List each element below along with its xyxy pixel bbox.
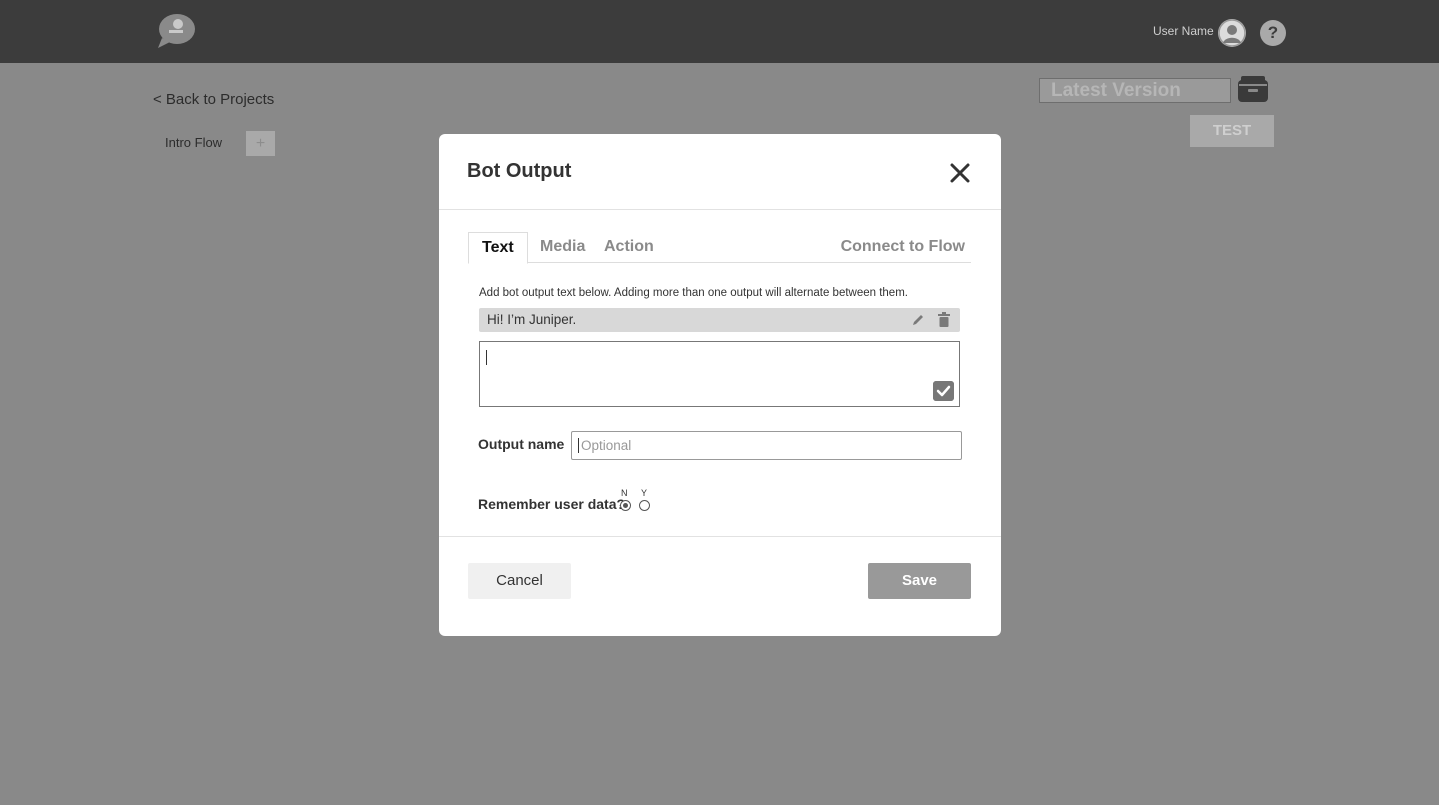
user-avatar-icon[interactable] bbox=[1218, 19, 1246, 47]
output-text-input[interactable] bbox=[479, 341, 960, 407]
output-type-tabs: Text Media Action Connect to Flow bbox=[468, 232, 971, 264]
divider bbox=[439, 209, 1001, 210]
flow-tab-intro[interactable]: Intro Flow bbox=[165, 135, 222, 150]
check-icon[interactable] bbox=[933, 381, 954, 401]
text-caret bbox=[486, 350, 487, 365]
output-name-field[interactable]: Optional bbox=[571, 431, 962, 460]
cancel-button[interactable]: Cancel bbox=[468, 563, 571, 599]
tab-connect-to-flow[interactable]: Connect to Flow bbox=[841, 232, 965, 263]
user-name[interactable]: User Name bbox=[1153, 24, 1214, 38]
output-text: Hi! I’m Juniper. bbox=[487, 312, 577, 327]
top-bar: User Name ? bbox=[0, 0, 1439, 63]
save-button[interactable]: Save bbox=[868, 563, 971, 599]
bot-output-modal: Bot Output Text Media Action Connect to … bbox=[439, 134, 1001, 636]
text-caret bbox=[578, 438, 579, 453]
divider bbox=[439, 536, 1001, 537]
test-button[interactable]: TEST bbox=[1190, 115, 1274, 147]
radio-n-label: N bbox=[621, 488, 628, 498]
add-flow-button[interactable]: + bbox=[246, 131, 275, 156]
tab-action[interactable]: Action bbox=[604, 232, 654, 263]
tab-text[interactable]: Text bbox=[468, 232, 528, 264]
logo-icon[interactable] bbox=[156, 12, 196, 50]
close-icon[interactable] bbox=[948, 161, 972, 185]
output-name-placeholder: Optional bbox=[581, 438, 632, 453]
pencil-icon[interactable] bbox=[911, 313, 925, 327]
list-item: Hi! I’m Juniper. bbox=[479, 308, 960, 332]
remember-no-radio[interactable] bbox=[620, 500, 631, 511]
version-select[interactable]: Latest Version bbox=[1039, 78, 1231, 103]
remember-yes-radio[interactable] bbox=[639, 500, 650, 511]
tab-media[interactable]: Media bbox=[540, 232, 585, 263]
modal-title: Bot Output bbox=[467, 160, 572, 182]
help-icon[interactable]: ? bbox=[1260, 20, 1286, 46]
radio-y-label: Y bbox=[641, 488, 648, 498]
back-to-projects-link[interactable]: < Back to Projects bbox=[153, 91, 274, 108]
output-hint: Add bot output text below. Adding more t… bbox=[479, 287, 908, 299]
remember-user-data-label: Remember user data? bbox=[478, 496, 626, 512]
output-name-label: Output name bbox=[478, 436, 565, 452]
trash-icon[interactable] bbox=[938, 312, 950, 327]
archive-icon[interactable] bbox=[1237, 75, 1269, 103]
